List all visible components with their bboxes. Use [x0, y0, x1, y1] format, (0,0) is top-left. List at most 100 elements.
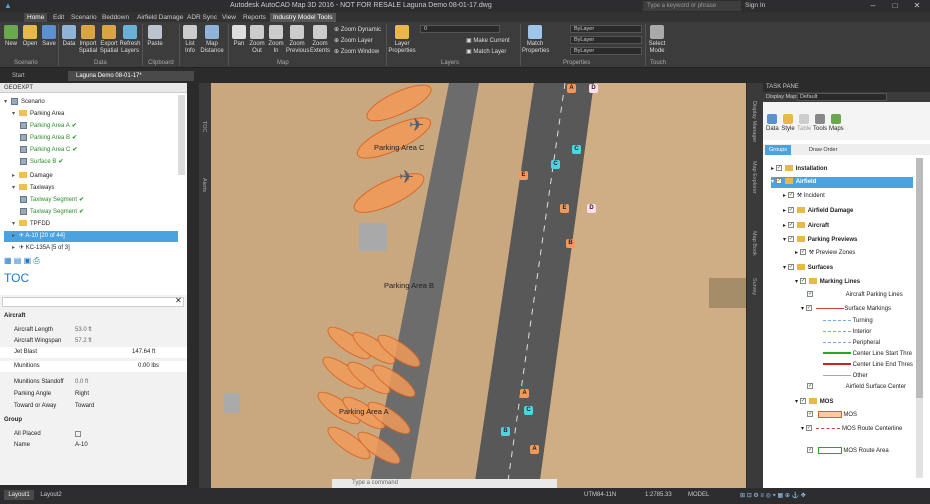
sign-in-button[interactable]: Sign In	[745, 2, 765, 9]
checkbox[interactable]	[807, 445, 813, 456]
tab-draw-order[interactable]: Draw Order	[809, 145, 837, 155]
layer-mos-route-area[interactable]: MOS Route Area	[807, 445, 889, 457]
maximize-icon[interactable]: □	[884, 0, 906, 12]
style-tool[interactable]: Style	[781, 114, 795, 133]
map-explorer-tab[interactable]: Map Explorer	[751, 161, 757, 194]
table-tool[interactable]: Table	[797, 114, 811, 133]
tree-item-damage[interactable]: ▸ Damage	[12, 171, 53, 182]
expand-icon[interactable]: ▾	[12, 109, 19, 120]
scale-readout[interactable]: 1:2785.33	[645, 492, 672, 498]
checkbox[interactable]	[787, 262, 794, 273]
color-dropdown[interactable]: ByLayer	[570, 25, 642, 33]
checkbox[interactable]	[787, 190, 794, 201]
open-button[interactable]: Open	[21, 25, 39, 48]
damage-marker[interactable]: B	[566, 239, 575, 248]
command-line-input[interactable]: Type a command	[332, 479, 557, 488]
toc-side-tab[interactable]: TOC	[201, 121, 207, 133]
checkbox[interactable]	[807, 409, 813, 420]
layer-airfield[interactable]: ▾ Airfield	[771, 176, 816, 188]
layer-dropdown[interactable]: 0	[420, 25, 500, 33]
prop-row-jet-blast[interactable]: Jet Blast 147.64 ft	[0, 347, 187, 358]
tools-tool[interactable]: Tools	[813, 114, 827, 133]
import-spatial-button[interactable]: Import Spatial	[78, 25, 98, 55]
app-logo-icon[interactable]: ▲	[4, 1, 12, 10]
tree-item-parking-area-c[interactable]: Parking Area C ✔	[20, 145, 77, 156]
prop-row[interactable]: Munitions Standoff 0.0 ft	[0, 377, 187, 388]
new-button[interactable]: New	[3, 25, 19, 48]
data-button[interactable]: Data	[60, 25, 78, 48]
linetype-dropdown[interactable]: ByLayer	[570, 36, 642, 44]
paste-button[interactable]: Paste	[145, 25, 165, 48]
checkbox[interactable]	[805, 423, 812, 434]
refresh-layers-button[interactable]: Refresh Layers	[119, 25, 141, 55]
checkbox[interactable]	[805, 303, 812, 314]
tree-item-parking-area-b[interactable]: Parking Area B ✔	[20, 133, 77, 144]
prop-row[interactable]: Aircraft Length 53.0 ft	[0, 325, 187, 336]
pan-button[interactable]: Pan	[231, 25, 247, 48]
tab-document[interactable]: Laguna Demo 08-01-17*	[68, 71, 194, 81]
data-tool[interactable]: Data	[766, 114, 779, 133]
checkbox[interactable]	[775, 176, 782, 187]
tab-beddown[interactable]: Beddown	[99, 13, 132, 22]
prop-row-toward[interactable]: Toward or Away Toward	[0, 401, 187, 412]
damage-marker[interactable]: A	[567, 84, 576, 93]
model-space-toggle[interactable]: MODEL	[688, 492, 709, 498]
layer-mos-route-centerline[interactable]: ▾ MOS Route Centerline	[801, 423, 902, 435]
damage-marker[interactable]: B	[501, 427, 510, 436]
make-current-button[interactable]: ▣ Make Current	[466, 37, 510, 44]
tab-scenario[interactable]: Scenario	[68, 13, 100, 22]
layer-properties-button[interactable]: Layer Properties	[388, 25, 416, 55]
expand-icon[interactable]: ▾	[12, 219, 19, 230]
tree-item-scenario[interactable]: ▾ Scenario	[4, 97, 45, 108]
layer-marking-lines[interactable]: ▾ Marking Lines	[795, 276, 860, 288]
list-info-button[interactable]: List Info	[182, 25, 198, 55]
prop-row[interactable]: Aircraft Wingspan 57.2 ft	[0, 336, 187, 347]
prop-row-munitions[interactable]: Munitions 0.00 lbs	[0, 361, 187, 372]
damage-marker[interactable]: D	[587, 204, 596, 213]
expand-icon[interactable]: ▾	[4, 97, 11, 108]
layer-incident[interactable]: ▸ ⚒ Incident	[783, 190, 825, 202]
checkbox[interactable]	[787, 234, 794, 245]
coordinate-system[interactable]: UTM84-11N	[584, 492, 616, 498]
zoom-in-button[interactable]: Zoom In	[267, 25, 285, 55]
prop-row-all-placed[interactable]: All Placed	[0, 429, 187, 440]
layer-airfield-damage[interactable]: ▸ Airfield Damage	[783, 205, 853, 217]
damage-marker[interactable]: C	[524, 406, 533, 415]
checkbox[interactable]	[75, 431, 81, 437]
expand-icon[interactable]: ▸	[12, 231, 19, 242]
expand-icon[interactable]: ▸	[12, 243, 19, 254]
tree-item-a10[interactable]: ▸ ✈ A-10 [20 of 44]	[12, 231, 65, 242]
map-book-tab[interactable]: Map Book	[751, 231, 757, 256]
layer-parking-previews[interactable]: ▾ Parking Previews	[783, 234, 857, 246]
checkbox[interactable]	[799, 276, 806, 287]
prop-row-name[interactable]: Name A-10	[0, 440, 187, 451]
tab-adr-sync[interactable]: ADR Sync	[184, 13, 220, 22]
damage-marker[interactable]: A	[530, 445, 539, 454]
alerts-side-tab[interactable]: Alerts	[201, 178, 207, 192]
status-toolbar-icons[interactable]: ⊞ ⊡ ⚙ ≡ ◎ ⌖ ▦ ⊕ ⚓ ✥	[740, 492, 806, 500]
zoom-extents-button[interactable]: Zoom Extents	[309, 25, 331, 55]
tab-airfield-damage[interactable]: Airfield Damage	[134, 13, 186, 22]
layer-aircraft-parking-lines[interactable]: Aircraft Parking Lines	[807, 289, 903, 301]
match-layer-button[interactable]: ▣ Match Layer	[466, 48, 506, 55]
checkbox[interactable]	[799, 396, 806, 407]
tree-item-parking-area[interactable]: ▾ Parking Area	[12, 109, 64, 120]
display-manager-tab[interactable]: Display Manager	[751, 101, 757, 142]
checkbox[interactable]	[807, 381, 813, 392]
zoom-previous-button[interactable]: Zoom Previous	[286, 25, 309, 55]
display-map-dropdown[interactable]: Default	[797, 93, 887, 101]
map-canvas[interactable]: ✈ ✈ Parking Area C Parking Area B Parkin…	[199, 83, 746, 488]
tree-item-taxiway-segment-2[interactable]: Taxiway Segment ✔	[20, 207, 84, 218]
tree-item-taxiway-segment[interactable]: Taxiway Segment ✔	[20, 195, 84, 206]
zoom-dynamic-button[interactable]: ⊕ Zoom Dynamic	[334, 26, 381, 33]
search-input[interactable]: Type a keyword or phrase	[643, 1, 741, 11]
tree-item-kc135[interactable]: ▸ ✈ KC-135A [5 of 3]	[12, 243, 70, 254]
survey-tab[interactable]: Survey	[751, 278, 757, 295]
checkbox[interactable]	[775, 163, 782, 174]
export-spatial-button[interactable]: Export Spatial	[99, 25, 119, 55]
match-properties-button[interactable]: Match Properties	[522, 25, 549, 55]
layer-airfield-surface-centerline[interactable]: Airfield Surface Center	[807, 381, 906, 393]
expand-icon[interactable]: ▸	[12, 171, 19, 182]
zoom-layer-button[interactable]: ⊕ Zoom Layer	[334, 37, 373, 44]
select-mode-button[interactable]: Select Mode	[647, 25, 667, 55]
